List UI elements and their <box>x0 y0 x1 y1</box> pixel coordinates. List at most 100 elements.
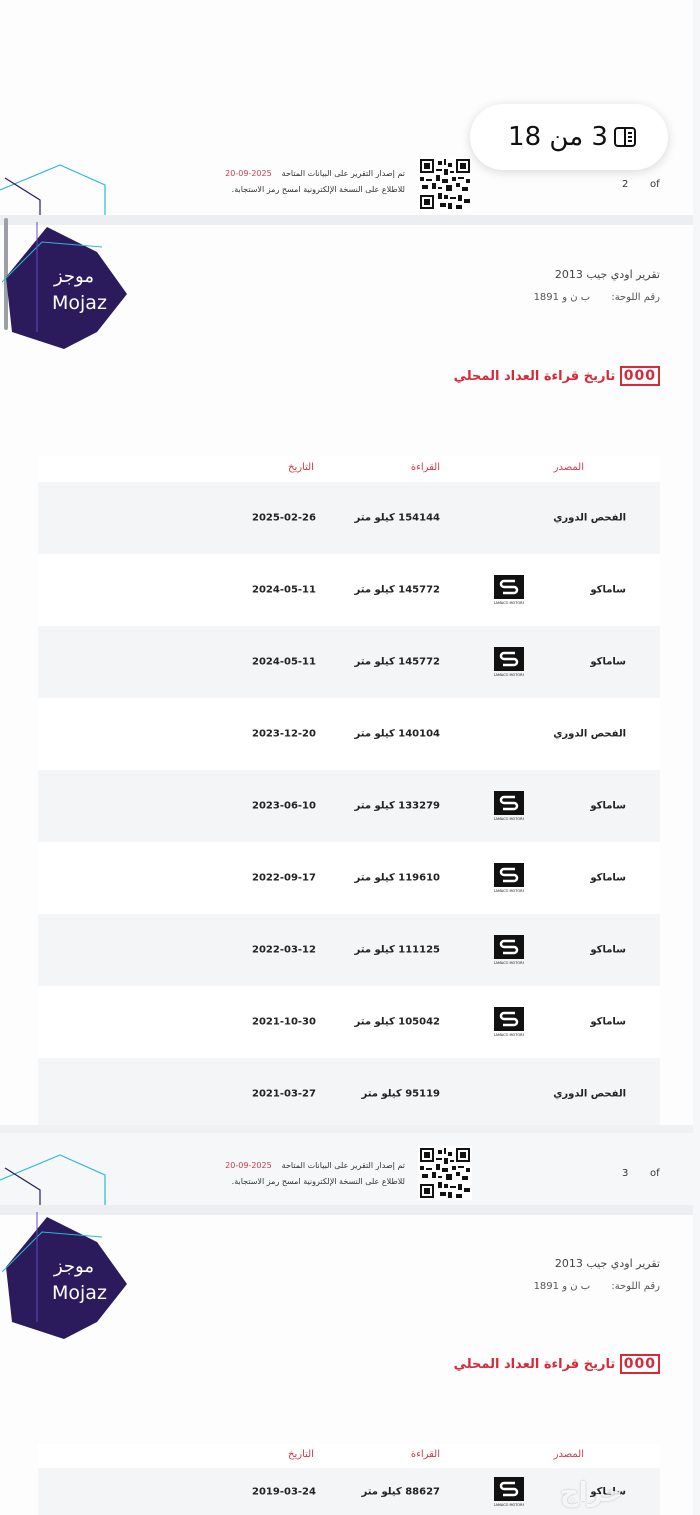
plate-row-2: رقم اللوحة: ب ن و 1891 <box>360 1281 660 1292</box>
cell-date: 2021-10-30 <box>252 1016 316 1028</box>
section-title-2: 000 تاريخ قراءة العداد المحلي <box>360 1354 660 1374</box>
cell-date: 2023-06-10 <box>252 800 316 812</box>
mojaz-logo: موجز Mojaz <box>1 222 132 352</box>
table-row: الفحص الدوري 95119 كيلو متر 2021-03-27 <box>38 1058 660 1130</box>
svg-text:SAMACO MOTORS: SAMACO MOTORS <box>494 1503 524 1507</box>
footer-of-label: of <box>650 179 660 190</box>
samaco-logo-icon: SAMACO MOTORS <box>493 647 526 677</box>
table-header-2: المصدر القراءة التاريخ <box>38 1444 660 1468</box>
haraj-watermark: حراج <box>560 1478 660 1508</box>
samaco-logo-icon: SAMACO MOTORS <box>493 1007 526 1037</box>
footer2-page-number: 3 <box>622 1168 629 1179</box>
qr-code-icon <box>418 1146 472 1200</box>
footer-line1: تم إصدار التقرير على البيانات المتاحة <box>281 169 405 178</box>
samaco-logo-icon: SAMACO MOTORS <box>493 791 526 821</box>
hexagon-decoration-icon <box>0 1154 106 1210</box>
logo-arabic: موجز <box>54 266 94 287</box>
footer-issued-note: تم إصدار التقرير على البيانات المتاحة 202… <box>200 166 405 198</box>
footer-date: 2025-09-20 <box>225 169 272 178</box>
svg-text:SAMACO MOTORS: SAMACO MOTORS <box>494 817 524 821</box>
cell-date: 2022-03-12 <box>252 944 316 956</box>
cell-date: 2021-03-27 <box>252 1088 316 1100</box>
cell-date: 2022-09-17 <box>252 872 316 884</box>
cell-reading: 145772 كيلو متر <box>354 584 440 596</box>
footer-page-number: 2 <box>622 179 629 190</box>
odometer-icon: 000 <box>619 366 660 386</box>
header-source: المصدر <box>553 1449 584 1460</box>
watermark-text: حراج <box>560 1478 623 1508</box>
table-row: ساماكو SAMACO MOTORS 111125 كيلو متر 2022-0… <box>38 914 660 986</box>
header-reading: القراءة <box>410 1449 440 1460</box>
footer2-of-label: of <box>650 1168 660 1179</box>
header-date: التاريخ <box>288 462 314 473</box>
cell-source: الفحص الدوري <box>553 728 626 740</box>
header-reading: القراءة <box>410 462 440 473</box>
page-indicator[interactable]: 3 من 18 <box>470 104 668 170</box>
plate-label: رقم اللوحة: <box>611 1281 660 1292</box>
samaco-logo-icon: SAMACO MOTORS <box>493 863 526 893</box>
table-row: الفحص الدوري 140104 كيلو متر 2023-12-20 <box>38 698 660 770</box>
table-row: الفحص الدوري 154144 كيلو متر 2025-02-26 <box>38 482 660 554</box>
samaco-logo-icon: SAMACO MOTORS <box>493 575 526 605</box>
cell-reading: 145772 كيلو متر <box>354 656 440 668</box>
header-source: المصدر <box>553 462 584 473</box>
cell-source: الفحص الدوري <box>553 1088 626 1100</box>
cell-date: 2023-12-20 <box>252 728 316 740</box>
page-separator-2 <box>0 1125 693 1133</box>
table-row: ساماكو SAMACO MOTORS 133279 كيلو متر 2023-0… <box>38 770 660 842</box>
section-title: 000 تاريخ قراءة العداد المحلي <box>360 366 660 386</box>
page-current: 3 <box>591 122 608 152</box>
cell-reading: 88627 كيلو متر <box>361 1486 440 1497</box>
logo-arabic: موجز <box>54 1256 94 1277</box>
cell-reading: 119610 كيلو متر <box>354 872 440 884</box>
plate-value: ب ن و 1891 <box>533 292 591 303</box>
cell-source: ساماكو <box>590 944 626 956</box>
footer-line2: للاطلاع على النسخة الإلكترونية امسح رمز … <box>231 185 405 194</box>
table-row: ساماكو SAMACO MOTORS 105042 كيلو متر 2021-1… <box>38 986 660 1058</box>
mojaz-logo: موجز Mojaz <box>1 1212 132 1342</box>
samaco-logo-icon: SAMACO MOTORS <box>493 1476 526 1507</box>
table-row: ساماكو SAMACO MOTORS 145772 كيلو متر 2024-0… <box>38 626 660 698</box>
table-row: ساماكو SAMACO MOTORS 119610 كيلو متر 2022-0… <box>38 842 660 914</box>
logo-english: Mojaz <box>52 1282 107 1304</box>
cell-date: 2024-05-11 <box>252 656 316 668</box>
section-title-text: تاريخ قراءة العداد المحلي <box>453 1357 616 1372</box>
odometer-icon: 000 <box>619 1354 660 1374</box>
samaco-logo-icon: SAMACO MOTORS <box>493 935 526 965</box>
page-total: 18 <box>508 122 542 152</box>
cell-reading: 111125 كيلو متر <box>354 944 440 956</box>
cell-date: 2025-02-26 <box>252 512 316 524</box>
report-title-2: تقرير اودي جيب 2013 <box>554 1257 660 1270</box>
cell-date: 2019-03-24 <box>252 1486 316 1497</box>
cell-reading: 140104 كيلو متر <box>354 728 440 740</box>
book-pages-icon <box>613 127 636 147</box>
cell-date: 2024-05-11 <box>252 584 316 596</box>
footer2-line1: تم إصدار التقرير على البيانات المتاحة <box>281 1161 405 1170</box>
footer2-line2: للاطلاع على النسخة الإلكترونية امسح رمز … <box>231 1177 405 1186</box>
table-row: ساماكو SAMACO MOTORS 145772 كيلو متر 2024-0… <box>38 554 660 626</box>
cell-reading: 95119 كيلو متر <box>361 1088 440 1100</box>
plate-label: رقم اللوحة: <box>611 292 660 303</box>
logo-english: Mojaz <box>52 292 107 314</box>
cell-reading: 154144 كيلو متر <box>354 512 440 524</box>
cell-source: ساماكو <box>590 656 626 668</box>
svg-text:SAMACO MOTORS: SAMACO MOTORS <box>494 601 524 605</box>
cell-reading: 105042 كيلو متر <box>354 1016 440 1028</box>
svg-text:SAMACO MOTORS: SAMACO MOTORS <box>494 673 524 677</box>
section-title-text: تاريخ قراءة العداد المحلي <box>453 369 616 384</box>
svg-text:SAMACO MOTORS: SAMACO MOTORS <box>494 961 524 965</box>
cell-source: ساماكو <box>590 872 626 884</box>
svg-text:SAMACO MOTORS: SAMACO MOTORS <box>494 889 524 893</box>
cell-source: ساماكو <box>590 584 626 596</box>
footer-issued-note-2: تم إصدار التقرير على البيانات المتاحة 202… <box>200 1158 405 1190</box>
hexagon-decoration-icon <box>0 164 106 220</box>
svg-text:SAMACO MOTORS: SAMACO MOTORS <box>494 1033 524 1037</box>
page-sep: من <box>549 122 584 152</box>
cell-source: الفحص الدوري <box>553 512 626 524</box>
plate-value: ب ن و 1891 <box>533 1281 591 1292</box>
table-header: المصدر القراءة التاريخ <box>38 456 660 482</box>
page-indicator-text: 3 من 18 <box>508 122 608 152</box>
cell-reading: 133279 كيلو متر <box>354 800 440 812</box>
report-title: تقرير اودي جيب 2013 <box>554 268 660 281</box>
cell-source: ساماكو <box>590 1016 626 1028</box>
